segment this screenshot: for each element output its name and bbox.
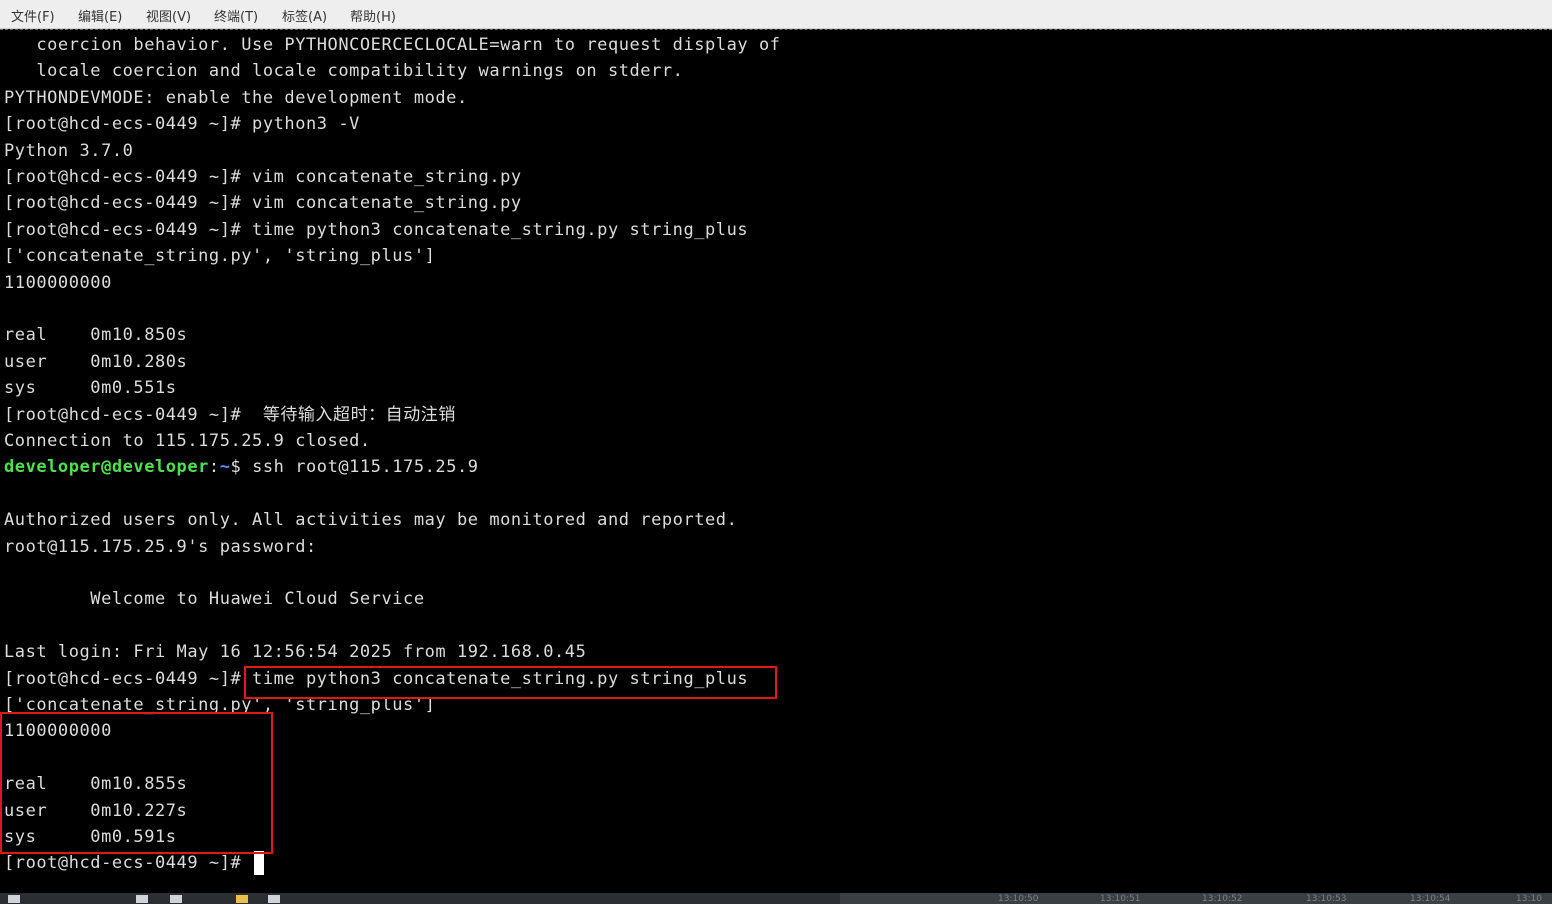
- menu-view[interactable]: 视图(V): [146, 6, 191, 25]
- terminal-line: [root@hcd-ecs-0449 ~]#: [4, 850, 265, 876]
- terminal-line: [root@hcd-ecs-0449 ~]# vim concatenate_s…: [4, 193, 522, 214]
- text-cursor[interactable]: [254, 851, 265, 876]
- terminal-line: Python 3.7.0: [4, 140, 134, 161]
- highlight-command-box: [244, 666, 777, 699]
- app-icon[interactable]: [8, 895, 20, 903]
- menu-bar: 文件(F) 编辑(E) 视图(V) 终端(T) 标签(A) 帮助(H): [0, 0, 1552, 29]
- terminal-line: locale coercion and locale compatibility…: [4, 61, 684, 82]
- taskbar-tray: 13:10:50 13:10:51 13:10:52 13:10:53 13:1…: [840, 893, 1552, 904]
- terminal-line: [root@hcd-ecs-0449 ~]# python3 -V: [4, 114, 360, 135]
- shell-prompt: [root@hcd-ecs-0449 ~]#: [4, 853, 253, 874]
- terminal-line: Authorized users only. All activities ma…: [4, 510, 738, 531]
- terminal-line: developer@developer:~$ ssh root@115.175.…: [4, 454, 479, 480]
- terminal-line: 1100000000: [4, 272, 112, 293]
- prompt-command: $ ssh root@115.175.25.9: [230, 457, 479, 478]
- menu-edit[interactable]: 编辑(E): [78, 6, 122, 25]
- terminal-line: [root@hcd-ecs-0449 ~]# 等待输入超时：自动注销: [4, 404, 456, 425]
- terminal-line: user 0m10.280s: [4, 351, 188, 372]
- window-icon[interactable]: [170, 895, 182, 903]
- terminal-line: PYTHONDEVMODE: enable the development mo…: [4, 87, 468, 108]
- terminal-line: ['concatenate_string.py', 'string_plus']: [4, 246, 436, 267]
- menu-file[interactable]: 文件(F): [11, 6, 55, 25]
- time-label: 13:10:53: [1306, 894, 1347, 904]
- window-icon[interactable]: [136, 895, 148, 903]
- time-label: 13:10:51: [1100, 894, 1141, 904]
- prompt-user-host: developer@developer: [4, 457, 209, 478]
- menu-help[interactable]: 帮助(H): [350, 6, 396, 25]
- terminal-line: root@115.175.25.9's password:: [4, 536, 317, 557]
- terminal-line: Welcome to Huawei Cloud Service: [4, 589, 425, 610]
- terminal-line: [root@hcd-ecs-0449 ~]# time python3 conc…: [4, 219, 749, 240]
- taskbar: 13:10:50 13:10:51 13:10:52 13:10:53 13:1…: [0, 893, 1552, 904]
- star-icon[interactable]: [236, 895, 248, 903]
- terminal-line: [root@hcd-ecs-0449 ~]# vim concatenate_s…: [4, 167, 522, 187]
- time-label: 13:10:50: [998, 894, 1039, 904]
- time-label: 13:10: [1516, 894, 1542, 904]
- menu-terminal[interactable]: 终端(T): [214, 6, 258, 25]
- terminal-line: Last login: Fri May 16 12:56:54 2025 fro…: [4, 642, 587, 663]
- window-icon[interactable]: [268, 895, 280, 903]
- time-label: 13:10:52: [1202, 894, 1243, 904]
- highlight-timing-box: [0, 712, 273, 854]
- menu-tabs[interactable]: 标签(A): [282, 6, 327, 25]
- prompt-colon: :: [208, 457, 220, 478]
- terminal-line: real 0m10.850s: [4, 325, 188, 346]
- time-label: 13:10:54: [1410, 894, 1451, 904]
- terminal-line: Connection to 115.175.25.9 closed.: [4, 431, 371, 451]
- terminal-line: sys 0m0.551s: [4, 378, 177, 399]
- menu-separator: [0, 29, 1552, 30]
- terminal-line: coercion behavior. Use PYTHONCOERCECLOCA…: [4, 35, 781, 55]
- prompt-path: ~: [219, 457, 231, 478]
